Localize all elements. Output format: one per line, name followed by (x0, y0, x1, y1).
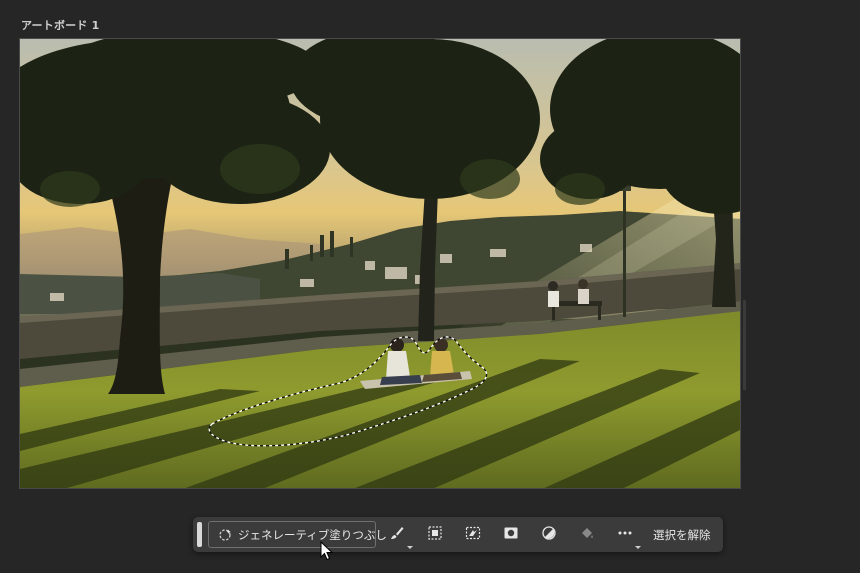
invert-selection-icon (465, 525, 481, 545)
mouse-cursor-icon (320, 540, 334, 561)
mask-button[interactable] (499, 523, 523, 547)
adjustment-button[interactable] (537, 523, 561, 547)
deselect-button[interactable]: 選択を解除 (653, 527, 711, 543)
invert-selection-button[interactable] (461, 523, 485, 547)
canvas-edge-marker (743, 300, 746, 390)
taskbar-drag-handle[interactable] (197, 522, 202, 547)
contextual-taskbar: ジェネレーティブ塗りつぶし 選択を解除 (193, 517, 723, 552)
adjustment-icon (541, 525, 557, 545)
more-caret-icon (635, 546, 641, 549)
artboard-label[interactable]: アートボード 1 (21, 17, 99, 33)
generative-fill-label: ジェネレーティブ塗りつぶし (238, 527, 387, 542)
fill-icon (579, 525, 595, 545)
transform-selection-icon (427, 525, 443, 545)
brush-caret-icon (407, 546, 413, 549)
brush-icon (389, 525, 405, 545)
generative-fill-icon (218, 528, 232, 542)
mask-icon (503, 525, 519, 545)
fill-button[interactable] (575, 523, 599, 547)
more-icon (617, 525, 633, 545)
generative-fill-button[interactable]: ジェネレーティブ塗りつぶし (208, 521, 387, 548)
brush-button[interactable] (385, 523, 413, 549)
transform-selection-button[interactable] (423, 523, 447, 547)
more-options-button[interactable] (613, 523, 641, 549)
canvas-photo[interactable] (19, 38, 741, 489)
